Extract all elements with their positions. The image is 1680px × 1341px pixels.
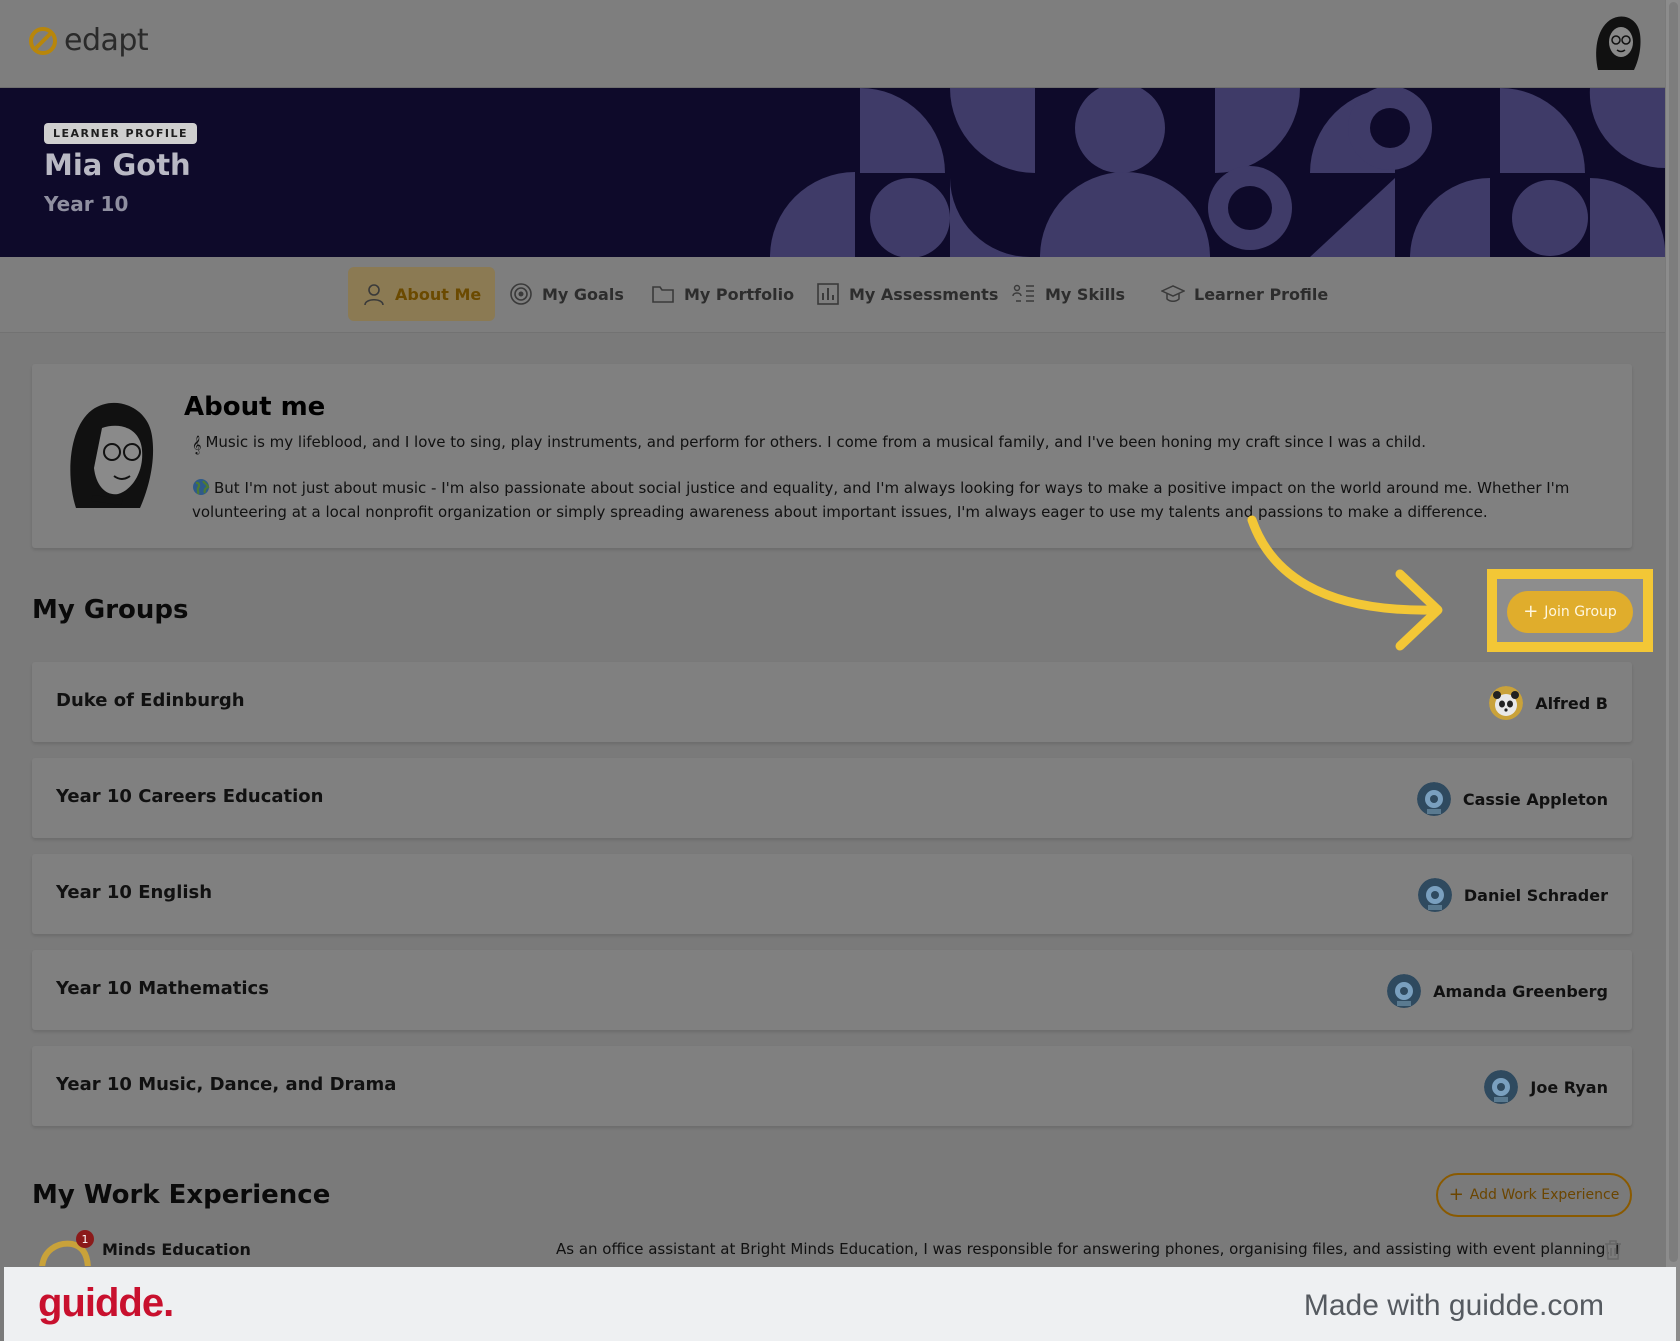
- skills-icon: [1012, 284, 1034, 302]
- robot-avatar-icon: [1484, 1070, 1519, 1104]
- profile-banner: LEARNER PROFILE Mia Goth Year 10: [0, 88, 1665, 257]
- group-row[interactable]: Year 10 English Daniel Schrader: [32, 854, 1632, 934]
- target-icon: [510, 283, 532, 305]
- learner-profile-badge: LEARNER PROFILE: [44, 123, 198, 144]
- tab-my-portfolio[interactable]: My Portfolio: [637, 267, 808, 321]
- my-groups-title: My Groups: [32, 595, 189, 625]
- scrollbar-thumb[interactable]: [1669, 2, 1678, 1262]
- about-text-1: Music is my lifeblood, and I love to sin…: [205, 433, 1426, 451]
- user-avatar[interactable]: [1588, 12, 1646, 74]
- group-owner: Amanda Greenberg: [1387, 974, 1608, 1008]
- edapt-logo[interactable]: edapt: [28, 23, 149, 58]
- graduation-cap-icon: [1161, 285, 1185, 302]
- tab-my-goals[interactable]: My Goals: [495, 267, 638, 321]
- group-row[interactable]: Year 10 Music, Dance, and Drama Joe Ryan: [32, 1046, 1632, 1126]
- profile-tabs: About Me My Goals My Portfolio My Assess…: [0, 257, 1665, 333]
- notification-badge: 1: [76, 1230, 94, 1248]
- group-owner: Joe Ryan: [1484, 1070, 1608, 1104]
- about-paragraph-1: 𝄞 Music is my lifeblood, and I love to si…: [192, 430, 1612, 457]
- group-name: Year 10 Music, Dance, and Drama: [56, 1074, 397, 1095]
- guide-arrow-icon: [1247, 515, 1443, 651]
- tab-label: My Assessments: [849, 284, 999, 304]
- robot-avatar-icon: [1416, 782, 1451, 816]
- about-me-title: About me: [184, 392, 326, 422]
- tab-my-skills[interactable]: My Skills: [998, 267, 1139, 321]
- join-group-label: Join Group: [1544, 604, 1617, 620]
- add-work-experience-label: Add Work Experience: [1469, 1187, 1620, 1203]
- join-group-button[interactable]: + Join Group: [1507, 591, 1633, 633]
- plus-icon: +: [1448, 1184, 1464, 1205]
- group-name: Year 10 Mathematics: [56, 978, 269, 999]
- group-row[interactable]: Year 10 Mathematics Amanda Greenberg: [32, 950, 1632, 1030]
- group-name: Year 10 English: [56, 882, 213, 903]
- trash-icon[interactable]: [1604, 1240, 1622, 1260]
- profile-avatar: [70, 402, 154, 508]
- owner-name: Cassie Appleton: [1462, 789, 1608, 809]
- banner-pattern: [770, 88, 1665, 257]
- owner-name: Alfred B: [1535, 693, 1608, 713]
- tab-label: My Skills: [1045, 284, 1126, 304]
- bar-chart-icon: [817, 283, 839, 305]
- guidde-footer: guidde. Made with guidde.com: [4, 1267, 1676, 1341]
- learner-name: Mia Goth: [44, 148, 191, 182]
- tab-label: My Goals: [542, 284, 624, 304]
- edapt-logo-icon: [29, 27, 57, 55]
- group-row[interactable]: Duke of Edinburgh Alfred B: [32, 662, 1632, 742]
- robot-avatar-icon: [1417, 878, 1452, 912]
- tab-about-me[interactable]: About Me: [348, 267, 496, 321]
- tab-learner-profile[interactable]: Learner Profile: [1147, 267, 1342, 321]
- add-work-experience-button[interactable]: + Add Work Experience: [1436, 1173, 1632, 1217]
- tab-label: Learner Profile: [1194, 284, 1329, 304]
- panda-avatar-icon: [1489, 686, 1524, 720]
- group-owner: Daniel Schrader: [1417, 878, 1608, 912]
- tab-label: About Me: [395, 284, 482, 304]
- vertical-scrollbar[interactable]: [1665, 0, 1680, 1341]
- tab-label: My Portfolio: [684, 284, 795, 304]
- group-owner: Alfred B: [1489, 686, 1608, 720]
- robot-avatar-icon: [1387, 974, 1422, 1008]
- learner-year: Year 10: [44, 192, 129, 216]
- globe-icon: [193, 479, 210, 495]
- plus-icon: +: [1523, 601, 1539, 622]
- group-name: Year 10 Careers Education: [56, 786, 324, 807]
- owner-name: Amanda Greenberg: [1433, 981, 1608, 1001]
- group-name: Duke of Edinburgh: [56, 690, 245, 711]
- owner-name: Joe Ryan: [1530, 1077, 1608, 1097]
- music-clef-icon: 𝄞: [192, 435, 202, 454]
- owner-name: Daniel Schrader: [1463, 885, 1608, 905]
- work-company: Minds Education: [102, 1240, 251, 1259]
- work-experience-row[interactable]: 1 Minds Education As an office assistant…: [32, 1230, 1632, 1266]
- top-bar: edapt: [0, 0, 1665, 88]
- logo-text: edapt: [64, 23, 149, 58]
- guidde-logo: guidde.: [38, 1281, 174, 1325]
- folder-icon: [652, 286, 674, 303]
- group-row[interactable]: Year 10 Careers Education Cassie Appleto…: [32, 758, 1632, 838]
- tab-my-assessments[interactable]: My Assessments: [802, 267, 1012, 321]
- app-window: edapt LEARNER PROFILE Mia Goth Year 10 A…: [0, 0, 1665, 1341]
- my-work-experience-title: My Work Experience: [32, 1180, 331, 1210]
- made-with-guidde: Made with guidde.com: [1303, 1289, 1604, 1322]
- user-icon: [364, 284, 384, 306]
- work-description: As an office assistant at Bright Minds E…: [556, 1240, 1620, 1258]
- group-owner: Cassie Appleton: [1416, 782, 1608, 816]
